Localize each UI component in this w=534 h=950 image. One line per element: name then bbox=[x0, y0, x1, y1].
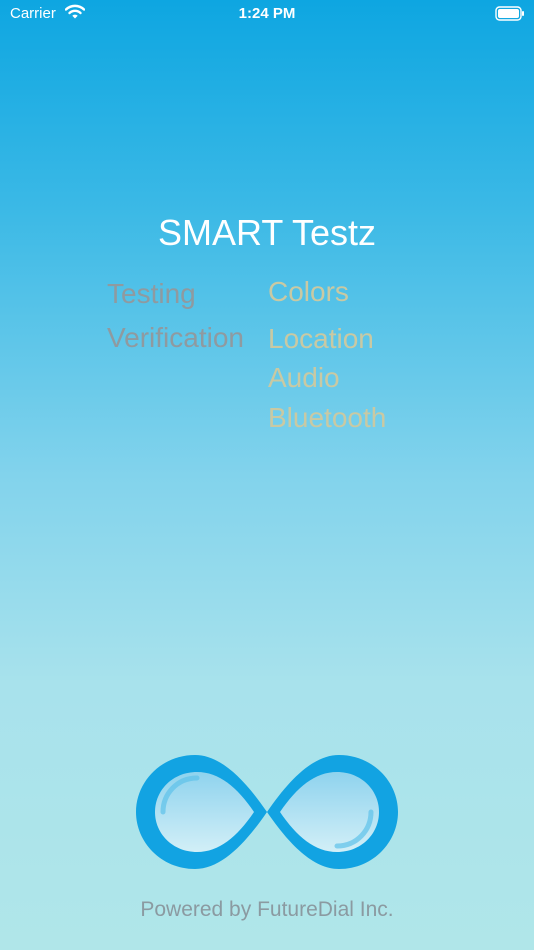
infinity-logo-icon bbox=[133, 752, 401, 877]
powered-by-footer: Powered by FutureDial Inc. bbox=[140, 898, 394, 921]
feature-word-location: Location bbox=[268, 323, 374, 354]
feature-word-audio: Audio bbox=[268, 362, 340, 393]
feature-word-testing: Testing bbox=[107, 278, 196, 309]
status-bar: Carrier 1:24 PM bbox=[0, 0, 534, 28]
feature-word-verification: Verification bbox=[107, 322, 244, 353]
feature-word-bluetooth: Bluetooth bbox=[268, 402, 387, 433]
app-title: SMART Testz bbox=[157, 212, 377, 253]
battery-icon bbox=[495, 6, 525, 25]
status-time: 1:24 PM bbox=[238, 5, 296, 22]
feature-word-colors: Colors bbox=[268, 276, 349, 307]
